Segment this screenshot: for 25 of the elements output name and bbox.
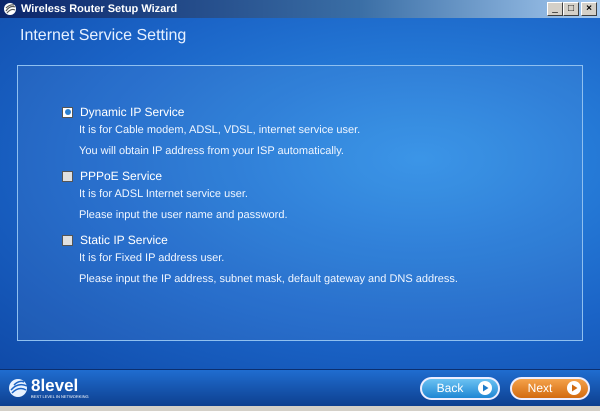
close-button[interactable]: × <box>581 2 597 16</box>
window-title: Wireless Router Setup Wizard <box>21 3 178 15</box>
minimize-button[interactable]: _ <box>547 2 563 16</box>
option-description: Please input the user name and password. <box>79 208 289 223</box>
option-label: Static IP Service <box>80 233 168 247</box>
radio-button[interactable] <box>62 170 73 182</box>
maximize-button[interactable]: □ <box>563 2 579 16</box>
globe-icon <box>3 2 17 16</box>
back-button[interactable]: Back <box>420 376 500 400</box>
option-label: Dynamic IP Service <box>80 105 184 119</box>
option-description: Please input the IP address, subnet mask, default gateway and DNS address. <box>79 272 459 287</box>
radio-button[interactable] <box>62 234 73 246</box>
option-label: PPPoE Service <box>80 169 162 183</box>
logo-icon <box>8 378 30 398</box>
logo-wordmark: 8level <box>31 378 80 394</box>
option-description: It is for Cable modem, ADSL, VDSL, internet service user. <box>79 123 362 138</box>
radio-button[interactable] <box>62 106 73 118</box>
option-description: You will obtain IP address from your ISP automatically. <box>79 144 345 159</box>
radio-option[interactable]: Dynamic IP Service <box>62 104 582 120</box>
option-description: It is for ADSL Internet service user. <box>79 187 249 202</box>
radio-option[interactable]: Static IP Service <box>62 232 582 248</box>
radio-option[interactable]: PPPoE Service <box>62 168 582 184</box>
next-button[interactable]: Next <box>510 376 590 400</box>
option-description: It is for Fixed IP address user. <box>79 251 226 266</box>
page-heading: Internet Service Setting <box>20 27 188 46</box>
